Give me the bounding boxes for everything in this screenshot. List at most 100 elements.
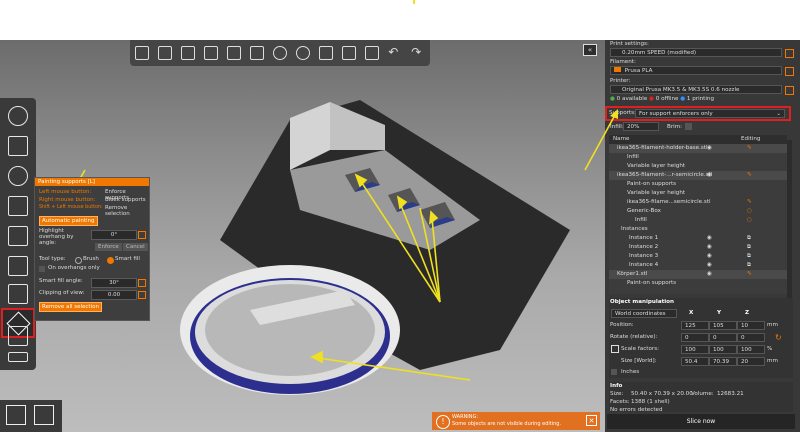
remove-all-selection-button[interactable]: Remove all selection	[39, 302, 102, 312]
supports-select[interactable]: For support enforcers only ⌄	[635, 109, 785, 118]
size-x-input[interactable]: 50.4	[681, 357, 709, 366]
add-instance-icon[interactable]	[272, 46, 287, 60]
scale-y-input[interactable]: 100	[709, 345, 737, 354]
object-manipulation-title: Object manipulation	[610, 299, 675, 305]
smart-fill-radio[interactable]	[107, 257, 114, 264]
position-y-input[interactable]: 105	[709, 321, 737, 330]
size-y-input[interactable]: 70.39	[709, 357, 737, 366]
tree-row-8[interactable]: Infill ○	[609, 216, 787, 225]
tree-row-7[interactable]: Generic-Box ○	[609, 207, 787, 216]
clipping-label: Clipping of view:	[39, 290, 85, 296]
paste-icon[interactable]	[249, 46, 264, 60]
undo-icon[interactable]: ↶	[388, 46, 402, 60]
rotate-x-input[interactable]: 0	[681, 333, 709, 342]
right-sidebar: « Print settings: 0.20mm SPEED (modified…	[583, 40, 800, 432]
tree-row-10[interactable]: Instance 1 ◉ ⧉	[609, 234, 787, 243]
eye-icon[interactable]: ◉	[707, 234, 712, 243]
edit-part-icon[interactable]: ✎	[747, 198, 752, 207]
remove-instance-icon[interactable]	[295, 46, 310, 60]
delete-icon[interactable]	[157, 46, 172, 60]
top-marker	[413, 0, 415, 4]
arrange-icon[interactable]	[203, 46, 218, 60]
rotate-icon[interactable]	[8, 166, 28, 186]
eye-icon[interactable]: ◉	[707, 144, 712, 153]
edit-print-settings-icon[interactable]	[785, 49, 794, 58]
split-objects-icon[interactable]	[319, 46, 334, 60]
edit-fill-angle-icon[interactable]	[138, 279, 146, 287]
top-white-band	[0, 0, 800, 40]
edit-filament-icon[interactable]	[785, 67, 794, 76]
highlight-angle-slider[interactable]: 0°	[91, 230, 137, 240]
edit-clipping-icon[interactable]	[138, 291, 146, 299]
filament-select[interactable]: Prusa PLA	[610, 66, 782, 75]
scale-z-input[interactable]: 100	[737, 345, 765, 354]
move-icon[interactable]	[8, 106, 28, 126]
split-parts-icon[interactable]	[342, 46, 357, 60]
eye-icon[interactable]: ◉	[707, 261, 712, 270]
inches-checkbox[interactable]	[611, 369, 617, 375]
tree-row-12[interactable]: Instance 3 ◉ ⧉	[609, 252, 787, 261]
eye-icon[interactable]: ◉	[707, 270, 712, 279]
brush-radio[interactable]	[75, 257, 82, 264]
edit-object-icon[interactable]: ✎	[747, 144, 752, 153]
tree-row-13[interactable]: Instance 4 ◉ ⧉	[609, 261, 787, 270]
cancel-button[interactable]: Cancel	[123, 243, 148, 251]
tree-row-14[interactable]: Körper1.stl ◉ ✎	[609, 270, 787, 279]
eye-icon[interactable]: ◉	[707, 243, 712, 252]
scale-icon[interactable]	[8, 136, 28, 156]
enforce-button[interactable]: Enforce	[95, 243, 122, 251]
printer-value: Original Prusa MK3.5 & MK3.5S 0.6 nozzle	[622, 87, 740, 93]
copy-icon[interactable]	[226, 46, 241, 60]
instance-edit-icon[interactable]: ⧉	[747, 234, 751, 243]
redo-icon[interactable]: ↷	[411, 46, 425, 60]
tree-row-6[interactable]: ikea365-filame...semicircle.stl ✎	[609, 198, 787, 207]
edit-object-icon[interactable]: ✎	[747, 171, 752, 180]
hollow-icon[interactable]	[8, 256, 28, 276]
close-warning-icon[interactable]: ✕	[586, 415, 597, 426]
clipping-slider[interactable]: 0.00	[91, 290, 137, 300]
add-object-icon[interactable]	[134, 46, 149, 60]
settings-circle-icon[interactable]: ○	[747, 216, 752, 225]
3d-view-icon[interactable]	[6, 405, 26, 425]
print-settings-select[interactable]: 0.20mm SPEED (modified)	[610, 48, 782, 57]
slice-now-button[interactable]: Slice now	[607, 414, 795, 429]
settings-circle-icon[interactable]: ○	[747, 207, 752, 216]
position-x-input[interactable]: 125	[681, 321, 709, 330]
delete-all-icon[interactable]	[180, 46, 195, 60]
printer-select[interactable]: Original Prusa MK3.5 & MK3.5S 0.6 nozzle	[610, 85, 782, 94]
tree-row-9[interactable]: Instances	[609, 225, 787, 234]
warning-text: Some objects are not visible during edit…	[452, 421, 562, 427]
automatic-painting-button[interactable]: Automatic painting	[39, 216, 98, 226]
edit-printer-icon[interactable]	[785, 86, 794, 95]
place-on-face-icon[interactable]	[8, 196, 28, 216]
size-z-input[interactable]: 20	[737, 357, 765, 366]
eye-icon[interactable]: ◉	[707, 252, 712, 261]
edit-angle-icon[interactable]	[138, 231, 146, 239]
instance-edit-icon[interactable]: ⧉	[747, 252, 751, 261]
edit-object-icon[interactable]: ✎	[747, 270, 752, 279]
instance-edit-icon[interactable]: ⧉	[747, 243, 751, 252]
rotate-y-input[interactable]: 0	[709, 333, 737, 342]
tree-row-4[interactable]: Paint-on supports	[609, 180, 787, 189]
instance-edit-icon[interactable]: ⧉	[747, 261, 751, 270]
tree-row-11[interactable]: Instance 2 ◉ ⧉	[609, 243, 787, 252]
tree-row-5[interactable]: Variable layer height	[609, 189, 787, 198]
coordinates-select[interactable]: World coordinates	[611, 309, 677, 318]
lock-icon[interactable]	[611, 345, 619, 353]
brim-checkbox[interactable]	[685, 123, 692, 130]
tree-row-15[interactable]: Paint-on supports	[609, 279, 787, 288]
rotate-z-input[interactable]: 0	[737, 333, 765, 342]
preview-layers-icon[interactable]	[34, 405, 54, 425]
smart-fill-angle-slider[interactable]: 30°	[91, 278, 137, 288]
scale-x-input[interactable]: 100	[681, 345, 709, 354]
position-z-input[interactable]: 10	[737, 321, 765, 330]
eye-icon[interactable]: ◉	[707, 171, 712, 180]
seam-paint-icon[interactable]	[8, 284, 28, 304]
mmu-paint-icon[interactable]	[8, 326, 28, 346]
view-toggle-bar	[0, 400, 62, 432]
layers-editing-icon[interactable]	[365, 46, 380, 60]
on-overhangs-checkbox[interactable]	[39, 266, 45, 272]
reset-rotation-icon[interactable]: ↻	[775, 333, 782, 342]
measure-icon[interactable]	[8, 352, 28, 362]
cut-icon[interactable]	[8, 226, 28, 246]
